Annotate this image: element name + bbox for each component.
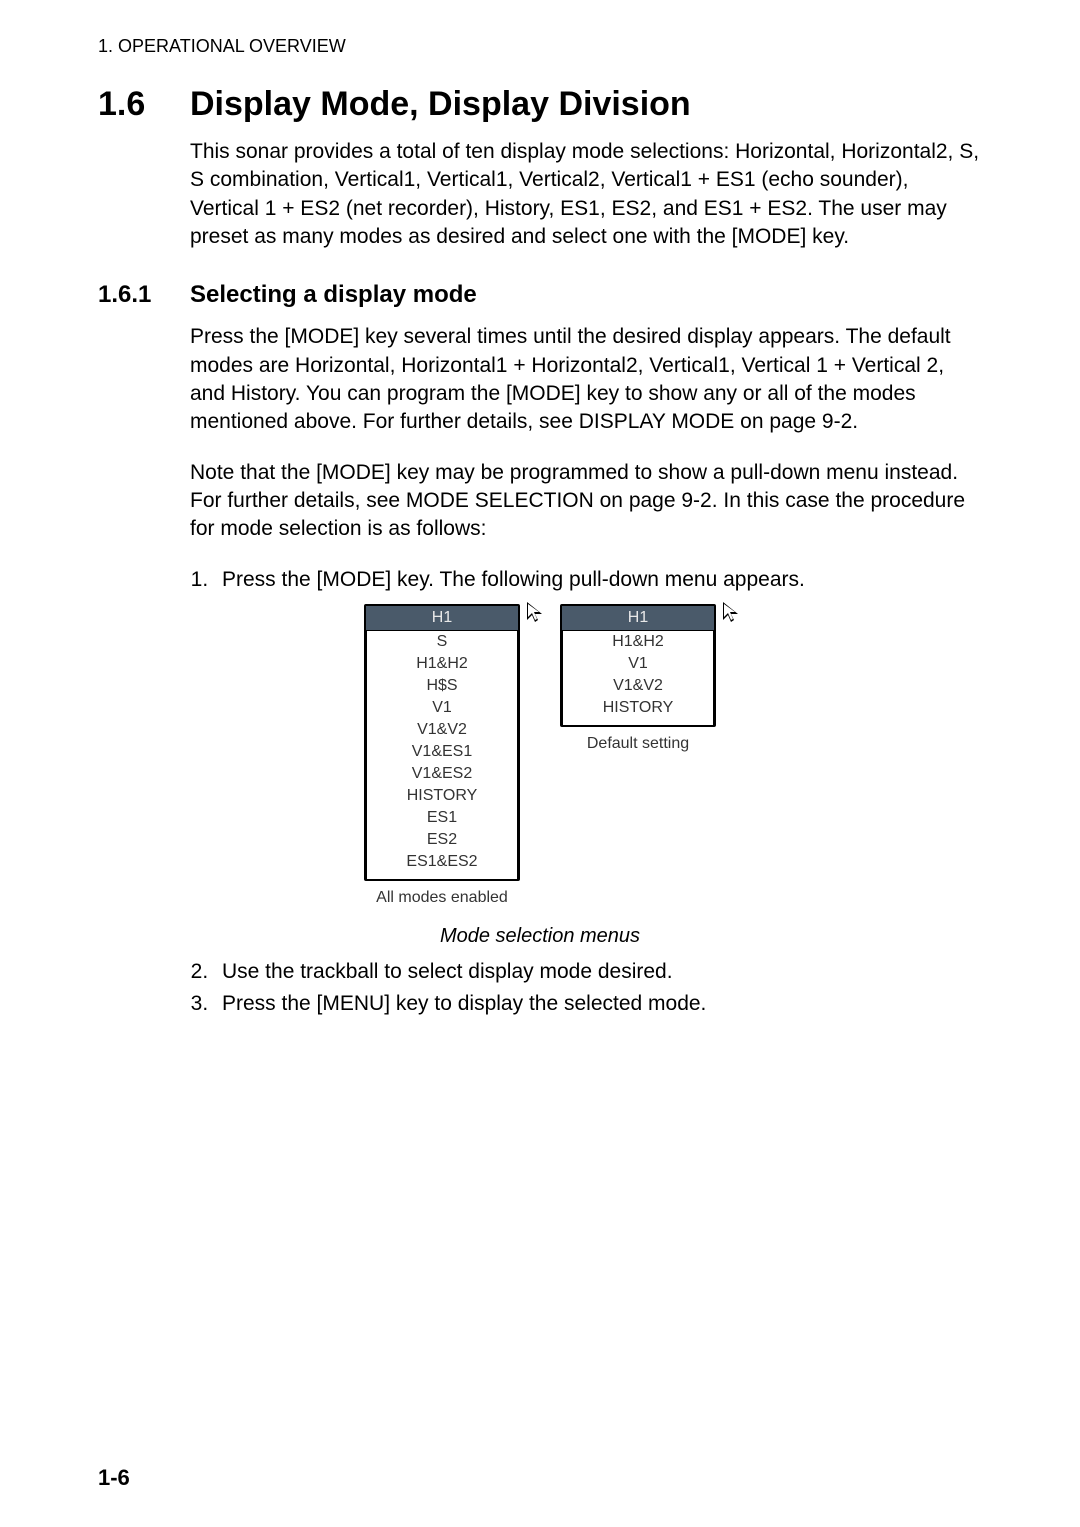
- subsection-heading: 1.6.1 Selecting a display mode: [98, 281, 982, 309]
- subsection-number: 1.6.1: [98, 281, 190, 309]
- cursor-icon: [720, 600, 742, 624]
- menu-header: H1: [366, 606, 518, 631]
- cursor-icon: [524, 600, 546, 624]
- figure-right-caption: Default setting: [587, 735, 689, 753]
- procedure-step-1: Press the [MODE] key. The following pull…: [214, 566, 982, 594]
- figure-main-caption: Mode selection menus: [98, 925, 982, 948]
- pulldown-menu-all: H1 S H1&H2 H$S V1 V1&V2 V1&ES1 V1&ES2 HI…: [364, 604, 520, 881]
- menu-item: H$S: [366, 675, 518, 697]
- left-menu-holder: H1 S H1&H2 H$S V1 V1&V2 V1&ES1 V1&ES2 HI…: [364, 604, 520, 881]
- menu-item: HISTORY: [562, 697, 714, 725]
- right-menu-holder: H1 H1&H2 V1 V1&V2 HISTORY: [560, 604, 716, 727]
- section-title: Display Mode, Display Division: [190, 85, 691, 124]
- menu-item: H1&H2: [562, 631, 714, 653]
- section-intro: This sonar provides a total of ten displ…: [190, 138, 982, 251]
- menu-header: H1: [562, 606, 714, 631]
- section-number: 1.6: [98, 85, 190, 124]
- figure-left-column: H1 S H1&H2 H$S V1 V1&V2 V1&ES1 V1&ES2 HI…: [364, 604, 520, 907]
- menu-item: HISTORY: [366, 785, 518, 807]
- menu-item: V1: [366, 697, 518, 719]
- procedure-list: Press the [MODE] key. The following pull…: [190, 566, 982, 594]
- procedure-step-2: Use the trackball to select display mode…: [214, 958, 982, 986]
- pulldown-menu-default: H1 H1&H2 V1 V1&V2 HISTORY: [560, 604, 716, 727]
- menu-item: V1&V2: [562, 675, 714, 697]
- section-heading: 1.6 Display Mode, Display Division: [98, 85, 982, 124]
- menu-item: ES1: [366, 807, 518, 829]
- page-header: 1. OPERATIONAL OVERVIEW: [98, 36, 982, 57]
- menu-item: V1&ES1: [366, 741, 518, 763]
- page: 1. OPERATIONAL OVERVIEW 1.6 Display Mode…: [0, 0, 1080, 1527]
- subsection-para-1: Press the [MODE] key several times until…: [190, 323, 982, 436]
- menu-item: ES2: [366, 829, 518, 851]
- procedure-step-3: Press the [MENU] key to display the sele…: [214, 990, 982, 1018]
- menu-item: V1: [562, 653, 714, 675]
- figure-left-caption: All modes enabled: [376, 889, 508, 907]
- page-number: 1-6: [98, 1465, 130, 1491]
- menu-item: S: [366, 631, 518, 653]
- subsection-title: Selecting a display mode: [190, 281, 477, 309]
- menu-item: ES1&ES2: [366, 851, 518, 879]
- menu-item: V1&ES2: [366, 763, 518, 785]
- menu-item: V1&V2: [366, 719, 518, 741]
- menu-item: H1&H2: [366, 653, 518, 675]
- subsection-para-2: Note that the [MODE] key may be programm…: [190, 459, 982, 544]
- procedure-list-cont: Use the trackball to select display mode…: [190, 958, 982, 1019]
- figure-mode-menus: H1 S H1&H2 H$S V1 V1&V2 V1&ES1 V1&ES2 HI…: [98, 604, 982, 907]
- figure-right-column: H1 H1&H2 V1 V1&V2 HISTORY Default settin…: [560, 604, 716, 907]
